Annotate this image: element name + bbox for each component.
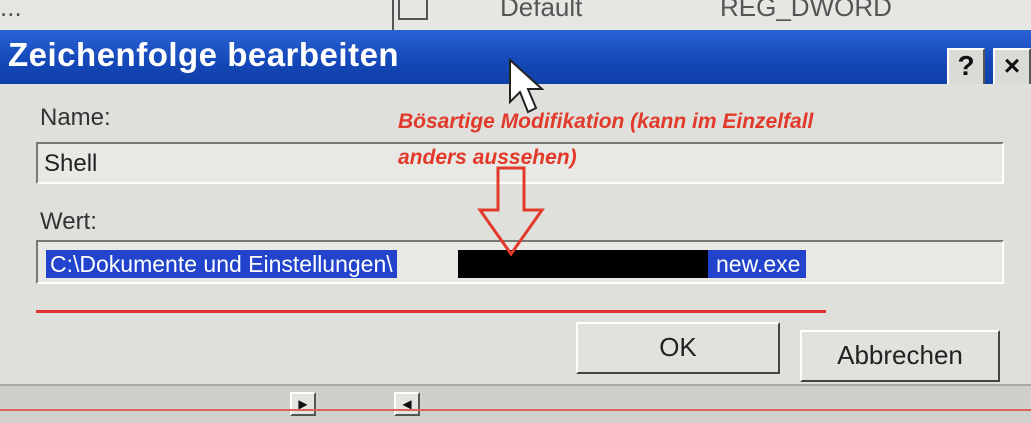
mouse-cursor-icon (509, 58, 545, 114)
name-label: Name: (40, 104, 111, 131)
background-list-row: ... Default REG_DWORD (0, 0, 1031, 30)
registry-value-icon (398, 0, 428, 20)
dialog-title: Zeichenfolge bearbeiten (8, 36, 400, 73)
bottom-red-line (0, 409, 1031, 411)
annotation-line-1: Bösartige Modifikation (kann im Einzelfa… (398, 110, 814, 133)
help-button[interactable]: ? (947, 48, 985, 86)
scroll-right-button[interactable]: ▶ (290, 392, 316, 416)
name-value: Shell (44, 150, 98, 177)
value-label: Wert: (40, 208, 97, 235)
scroll-left-button[interactable]: ◀ (394, 392, 420, 416)
annotation-arrow-icon (477, 166, 545, 257)
background-cell-type: REG_DWORD (720, 0, 892, 22)
background-scrollbar: ▶ ◀ (0, 384, 1031, 423)
background-cell-data: Default (500, 0, 583, 22)
annotation-underline (36, 310, 826, 313)
value-text-prefix: C:\Dokumente und Einstellungen\ (46, 250, 397, 278)
ok-button[interactable]: OK (576, 322, 780, 374)
close-button[interactable]: × (993, 48, 1031, 86)
column-separator (392, 0, 394, 30)
cancel-button[interactable]: Abbrechen (800, 330, 1000, 382)
background-cell-name: ... (0, 0, 22, 22)
value-text-suffix: new.exe (708, 250, 807, 278)
